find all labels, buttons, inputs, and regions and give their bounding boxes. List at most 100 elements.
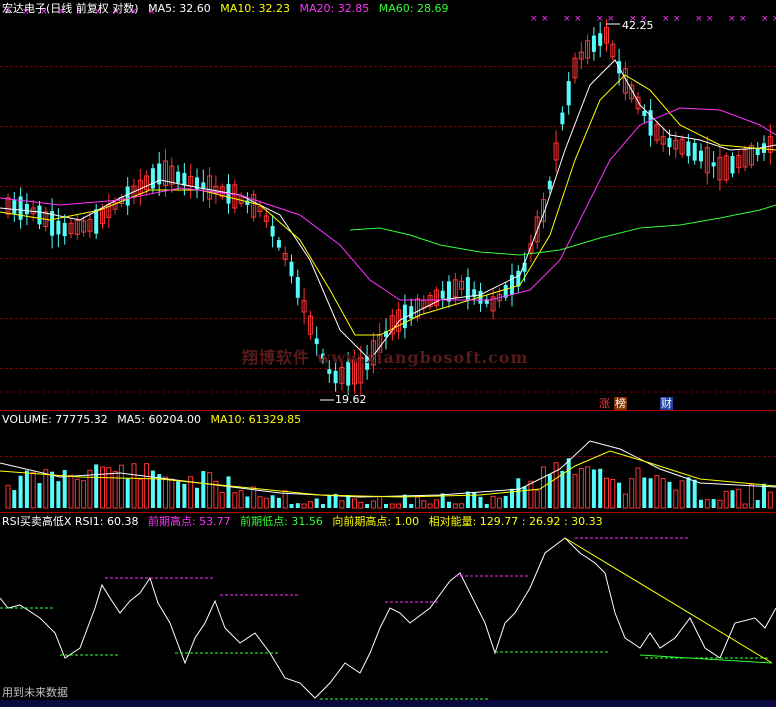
volume-bar-up — [723, 490, 729, 509]
watermark: 翔博软件 www.xiangbosoft.com — [242, 348, 529, 367]
volume-bar-up — [585, 466, 591, 509]
volume-bar-up — [578, 468, 584, 509]
volume-bar-down — [642, 477, 647, 508]
candle-down — [762, 143, 766, 153]
candle-down — [289, 261, 294, 277]
volume-bar-up — [30, 471, 36, 509]
volume-bar-down — [566, 458, 571, 508]
candle-down — [333, 370, 338, 384]
prev-low-value: 前期低点: 31.56 — [240, 515, 323, 528]
volume-bar-down — [321, 504, 325, 508]
volume-ma5-line — [0, 440, 776, 498]
candle-down — [642, 110, 647, 117]
candle-down — [24, 204, 29, 215]
volume-bar-up — [635, 467, 641, 509]
candle-down — [560, 112, 565, 125]
volume-bar-up — [207, 472, 213, 509]
price-panel[interactable]: × × × × × × × × × × × × × × × × × × × × × × × × × 宏达电子(日线 前复权 对数… — [0, 0, 776, 410]
top-cross-marker: × — [662, 14, 670, 24]
volume-bar-down — [12, 490, 17, 508]
price-header: 宏达电子(日线 前复权 对数) MA5: 32.60 MA10: 32.23 M… — [2, 2, 454, 15]
volume-bar-down — [270, 495, 275, 508]
volume-bar-up — [496, 497, 502, 509]
volume-bar-up — [459, 503, 465, 509]
candle-down — [755, 148, 760, 156]
rsi-header: RSI买卖高低X RSI1: 60.38 前期高点: 53.77 前期低点: 3… — [2, 515, 609, 528]
candle-down — [566, 81, 571, 106]
candle-down — [150, 168, 155, 189]
top-cross-marker: × — [563, 14, 571, 24]
candle-down — [686, 141, 691, 157]
volume-bar-down — [289, 504, 294, 508]
ma60-value: MA60: 28.69 — [378, 2, 449, 15]
volume-bar-up — [553, 462, 559, 509]
prev-high-value: 前期高点: 53.77 — [147, 515, 231, 528]
candle-down — [440, 290, 445, 299]
top-cross-marker: × — [739, 14, 747, 24]
volume-bar-down — [226, 476, 231, 508]
low-price-label: 19.62 — [335, 393, 367, 406]
volume-bar-down — [18, 475, 23, 508]
volume-bar-up — [452, 503, 458, 509]
bang-marker[interactable]: 榜 — [614, 397, 627, 410]
candle-down — [692, 142, 697, 161]
cai-marker[interactable]: 财 — [660, 397, 673, 410]
zhang-marker[interactable]: 涨 — [598, 397, 611, 410]
volume-bar-up — [660, 478, 666, 509]
volume-bar-up — [622, 493, 628, 509]
candle-down — [176, 171, 181, 183]
candle-down — [327, 369, 332, 374]
volume-ma10-value: MA10: 61329.85 — [210, 413, 302, 426]
volume-bar-up — [5, 484, 11, 509]
volume-bar-down — [50, 471, 55, 508]
volume-bar-down — [692, 479, 697, 508]
candle-down — [591, 35, 596, 52]
volume-bar-down — [245, 496, 250, 508]
volume-panel[interactable]: VOLUME: 77775.32 MA5: 60204.00 MA10: 613… — [0, 411, 776, 512]
volume-bar-up — [629, 478, 635, 509]
volume-bar-down — [598, 468, 603, 508]
volume-bar-up — [389, 503, 395, 509]
volume-bar-up — [137, 478, 143, 509]
volume-bar-down — [503, 495, 508, 508]
volume-bar-down — [276, 497, 281, 508]
volume-bar-down — [522, 486, 527, 508]
top-cross-marker: × — [728, 14, 736, 24]
volume-bar-up — [433, 499, 439, 509]
volume-bar-down — [762, 483, 766, 508]
candle-down — [94, 209, 99, 234]
volume-bar-up — [421, 500, 427, 509]
candle-down — [699, 150, 703, 162]
volume-bar-down — [730, 490, 735, 508]
volume-bar-down — [755, 500, 760, 508]
volume-bar-down — [182, 483, 187, 508]
volume-chart[interactable] — [0, 411, 776, 512]
candle-down — [667, 137, 672, 148]
volume-bar-down — [484, 504, 489, 508]
volume-bar-down — [346, 495, 351, 508]
candle-down — [295, 277, 300, 298]
rsi-chart[interactable] — [0, 513, 776, 700]
volume-bar-up — [742, 503, 748, 509]
top-cross-marker: × — [761, 14, 769, 24]
ma5-line — [0, 59, 776, 361]
volume-bar-up — [144, 463, 150, 509]
volume-bar-up — [232, 492, 238, 509]
volume-bar-up — [301, 503, 307, 509]
volume-bar-down — [465, 491, 470, 508]
volume-bar-up — [427, 503, 433, 509]
volume-bar-up — [169, 478, 175, 509]
volume-bar-down — [409, 504, 414, 508]
volume-header: VOLUME: 77775.32 MA5: 60204.00 MA10: 613… — [2, 413, 307, 426]
volume-bar-up — [238, 490, 244, 509]
candle-down — [270, 225, 275, 237]
volume-bar-down — [384, 504, 388, 508]
volume-bar-up — [100, 466, 105, 509]
volume-bar-down — [24, 470, 29, 508]
ma5-value: MA5: 32.60 — [148, 2, 211, 15]
to-prev-high-value: 向前期高点: 1.00 — [332, 515, 420, 528]
volume-bar-down — [711, 499, 716, 508]
top-cross-marker: × — [772, 14, 776, 24]
ma10-line — [0, 74, 776, 336]
rsi-panel[interactable]: RSI买卖高低X RSI1: 60.38 前期高点: 53.77 前期低点: 3… — [0, 513, 776, 700]
